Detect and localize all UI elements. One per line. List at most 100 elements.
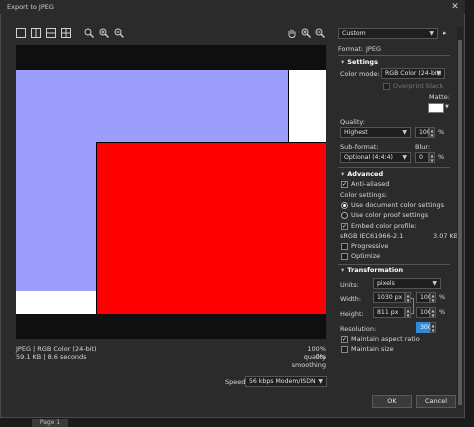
maintain-ratio-checkbox[interactable]: ✓ <box>341 336 348 343</box>
maintain-size-checkbox[interactable] <box>341 346 348 353</box>
optimize-label: Optimize <box>351 252 381 260</box>
profile-size: 3.07 KB <box>433 232 459 240</box>
use-document-label: Use document color settings <box>351 201 445 209</box>
zoom-in-icon[interactable] <box>99 28 109 38</box>
pan-hand-icon[interactable] <box>287 28 297 38</box>
resolution-label: Resolution: <box>340 325 377 333</box>
width-input[interactable]: 1030 px <box>373 292 405 303</box>
split-horizontal-icon[interactable] <box>46 28 56 38</box>
shape-outline <box>288 70 289 143</box>
preview-format-info: JPEG | RGB Color (24-bit) <box>16 345 97 353</box>
chevron-down-icon: ▼ <box>318 378 323 385</box>
divider <box>338 167 450 168</box>
subformat-value: Optional (4:4:4) <box>344 154 393 161</box>
resolution-stepper[interactable]: ▲ ▼ <box>430 322 436 333</box>
quality-label: Quality: <box>340 118 365 126</box>
color-mode-select[interactable]: RGB Color (24-bit) ▼ <box>381 68 445 79</box>
chevron-down-icon: ▼ <box>402 129 407 136</box>
width-percent-stepper[interactable]: ▲ ▼ <box>430 292 436 303</box>
preset-value: Custom <box>342 30 366 37</box>
overprint-black-checkbox[interactable] <box>383 83 390 90</box>
preview-size-info: 59.1 KB | 8.6 seconds <box>16 353 87 361</box>
split-vertical-icon[interactable] <box>31 28 41 38</box>
triangle-down-icon: ▾ <box>341 266 345 274</box>
width-label: Width: <box>340 295 362 303</box>
quality-value: Highest <box>344 129 368 136</box>
quality-select[interactable]: Highest ▼ <box>340 127 411 138</box>
close-icon[interactable]: ✕ <box>449 1 461 13</box>
blur-input[interactable]: 0 <box>415 152 429 163</box>
maintain-size-label: Maintain size <box>351 345 394 353</box>
maintain-ratio-label: Maintain aspect ratio <box>351 335 420 343</box>
preview-smoothing-info: 0% smoothing <box>291 353 326 369</box>
quality-number-input[interactable]: 100 <box>415 127 431 138</box>
matte-color-swatch[interactable] <box>428 103 444 113</box>
color-settings-label: Color settings: <box>340 191 388 199</box>
optimize-checkbox[interactable] <box>341 253 348 260</box>
units-label: Units: <box>340 281 359 289</box>
color-mode-label: Color mode: <box>340 70 380 78</box>
advanced-header[interactable]: ▾ Advanced <box>341 170 383 178</box>
preset-menu-icon[interactable]: ▸ <box>443 29 451 39</box>
blur-stepper[interactable]: ▲ ▼ <box>429 152 435 163</box>
zoom-out-icon[interactable] <box>114 28 124 38</box>
settings-header[interactable]: ▾ Settings <box>341 58 378 66</box>
use-proof-label: Use color proof settings <box>351 211 429 219</box>
speed-select[interactable]: 56 kbps Modem/ISDN ▼ <box>245 376 327 387</box>
background-taskbar <box>0 418 474 427</box>
height-input[interactable]: 811 px <box>373 307 405 318</box>
speed-value: 56 kbps Modem/ISDN <box>249 378 316 385</box>
units-select[interactable]: pixels ▼ <box>373 278 441 289</box>
progressive-checkbox[interactable] <box>341 243 348 250</box>
blur-percent: % <box>438 153 445 161</box>
quality-stepper[interactable]: ▲ ▼ <box>429 127 435 138</box>
anti-aliased-label: Anti-aliased <box>351 180 390 188</box>
profile-name: sRGB IEC61966-2.1 <box>340 232 404 240</box>
scrollbar-thumb[interactable] <box>458 40 462 405</box>
ok-button[interactable]: OK <box>372 395 412 408</box>
height-percent-input[interactable]: 100 <box>416 307 432 318</box>
resolution-input[interactable]: 300 <box>416 322 432 333</box>
page-tab[interactable]: Page 1 <box>32 419 68 427</box>
embed-profile-label: Embed color profile: <box>351 222 417 230</box>
chevron-down-icon: ▼ <box>436 70 441 77</box>
use-document-radio[interactable] <box>341 202 348 209</box>
chevron-down-icon[interactable]: ▼ <box>445 104 449 110</box>
color-mode-value: RGB Color (24-bit) <box>385 70 442 77</box>
preview-red-shape <box>96 142 326 314</box>
triangle-down-icon: ▾ <box>341 58 345 66</box>
format-value: JPEG <box>366 45 381 53</box>
zoom-fit-icon[interactable] <box>84 28 94 38</box>
format-label: Format: <box>338 45 364 53</box>
subformat-select[interactable]: Optional (4:4:4) ▼ <box>340 152 411 163</box>
progressive-label: Progressive <box>351 242 389 250</box>
blur-label: Blur: <box>415 143 431 151</box>
link-ratio-bracket-icon <box>411 298 414 314</box>
overprint-black-label: Overprint black <box>393 82 444 90</box>
anti-aliased-checkbox[interactable]: ✓ <box>341 181 348 188</box>
height-percent-stepper[interactable]: ▲ ▼ <box>430 307 436 318</box>
divider <box>338 55 450 56</box>
use-proof-radio[interactable] <box>341 212 348 219</box>
height-percent-sign: % <box>439 308 446 316</box>
preview-zoom-out-icon[interactable] <box>315 28 325 38</box>
chevron-down-icon: ▼ <box>432 280 437 287</box>
cancel-button[interactable]: Cancel <box>416 395 456 408</box>
width-percent-input[interactable]: 100 <box>416 292 432 303</box>
transformation-header[interactable]: ▾ Transformation <box>341 266 403 274</box>
chevron-down-icon: ▼ <box>402 154 407 161</box>
single-view-icon[interactable] <box>16 28 26 38</box>
divider <box>338 264 450 265</box>
subformat-label: Sub-format: <box>340 143 379 151</box>
dialog-title: Export to JPEG <box>7 3 54 11</box>
quad-view-icon[interactable] <box>61 28 71 38</box>
chevron-down-icon: ▼ <box>429 30 434 37</box>
height-label: Height: <box>340 310 364 318</box>
units-value: pixels <box>377 280 395 287</box>
embed-profile-checkbox[interactable]: ✓ <box>341 223 348 230</box>
quality-percent: % <box>438 128 445 136</box>
matte-label: Matte: <box>429 93 450 101</box>
preview-zoom-in-icon[interactable] <box>301 28 311 38</box>
width-percent-sign: % <box>439 293 446 301</box>
preset-select[interactable]: Custom ▼ <box>338 28 438 39</box>
